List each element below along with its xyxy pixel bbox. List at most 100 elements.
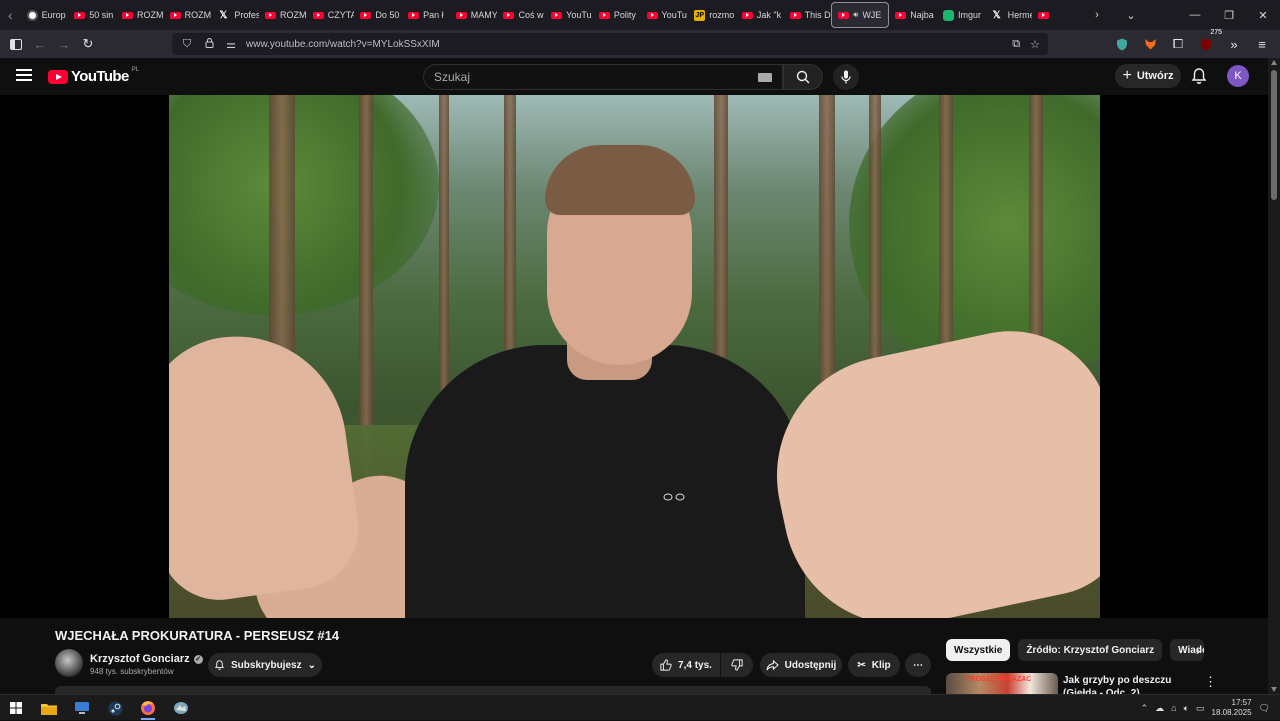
network-icon[interactable]: ⌂ bbox=[1171, 703, 1176, 713]
channel-name-row[interactable]: Krzysztof Gonciarz ✓ bbox=[90, 653, 203, 665]
tab-label: Jak "k bbox=[756, 10, 782, 20]
browser-tab[interactable]: YouTu bbox=[545, 2, 593, 28]
recommendation-menu-icon[interactable]: ⋮ bbox=[1204, 674, 1217, 690]
chip-from-channel[interactable]: Źródło: Krzysztof Gonciarz bbox=[1018, 639, 1163, 661]
browser-tab[interactable]: ROZM bbox=[116, 2, 164, 28]
ublock-extension-icon[interactable]: 275 bbox=[1194, 29, 1223, 56]
notifications-icon[interactable]: 🗨︎ bbox=[1259, 703, 1270, 714]
recommendation-chips: Wszystkie Źródło: Krzysztof Gonciarz Wia… bbox=[946, 639, 1205, 661]
shield-extension-icon[interactable] bbox=[1110, 32, 1134, 56]
extensions-puzzle-icon[interactable]: ⧠ bbox=[1166, 32, 1190, 56]
browser-tab[interactable]: 🔊︎WJE✕ bbox=[831, 2, 890, 28]
voice-search-button[interactable] bbox=[833, 64, 859, 90]
clock[interactable]: 17:57 18.08.2025 bbox=[1212, 698, 1252, 718]
tab-list-dropdown-button[interactable]: ⌄ bbox=[1114, 0, 1148, 30]
globe-icon bbox=[26, 9, 38, 21]
like-button[interactable]: 7,4 tys. bbox=[652, 653, 720, 677]
search-input[interactable]: Szukaj bbox=[423, 64, 783, 90]
minimize-button[interactable]: — bbox=[1178, 0, 1212, 30]
browser-tab[interactable]: Europ bbox=[21, 2, 69, 28]
shirt-eyes-logo bbox=[663, 493, 685, 501]
create-button[interactable]: + Utwórz bbox=[1115, 64, 1181, 88]
browser-tab[interactable]: YouTu bbox=[641, 2, 689, 28]
close-window-button[interactable]: ✕ bbox=[1246, 0, 1280, 30]
tabs-scroll-right-button[interactable]: › bbox=[1080, 0, 1114, 30]
overflow-chevron-icon[interactable]: » bbox=[1222, 32, 1246, 56]
lock-icon[interactable] bbox=[202, 37, 216, 51]
browser-tab[interactable]: 𝕏 Profes bbox=[211, 2, 259, 28]
youtube-logo[interactable]: YouTube PL bbox=[48, 67, 139, 85]
browser-tab[interactable] bbox=[1032, 2, 1080, 28]
subscribed-button[interactable]: Subskrybujesz ⌄ bbox=[208, 653, 322, 677]
channel-name[interactable]: Krzysztof Gonciarz bbox=[90, 653, 190, 665]
youtube-icon bbox=[838, 11, 850, 19]
onedrive-cloud-icon[interactable]: ☁ bbox=[1155, 703, 1164, 714]
permissions-icon[interactable]: ⚌ bbox=[224, 38, 238, 51]
channel-avatar[interactable] bbox=[55, 649, 83, 677]
keyboard-icon[interactable] bbox=[758, 72, 772, 82]
firefox-icon[interactable] bbox=[137, 698, 159, 720]
browser-tab[interactable]: MAMY bbox=[450, 2, 497, 28]
person-left-hand bbox=[169, 322, 367, 608]
chip-all[interactable]: Wszystkie bbox=[946, 639, 1011, 661]
display-icon[interactable]: ▭ bbox=[1196, 703, 1205, 714]
restore-button[interactable]: ❐ bbox=[1212, 0, 1246, 30]
notifications-bell-icon[interactable] bbox=[1190, 67, 1208, 85]
search-button[interactable] bbox=[783, 64, 823, 90]
chips-next-chevron-icon[interactable]: › bbox=[1190, 642, 1206, 658]
scroll-up-arrow-icon[interactable] bbox=[1271, 60, 1277, 65]
tab-label: ROZM bbox=[136, 10, 164, 20]
fox-extension-icon[interactable] bbox=[1138, 32, 1162, 56]
browser-tab[interactable]: Pan ł bbox=[402, 2, 450, 28]
account-avatar[interactable]: K bbox=[1227, 65, 1249, 87]
scrollbar-thumb[interactable] bbox=[1271, 70, 1277, 200]
logo-text: YouTube bbox=[71, 68, 129, 85]
address-bar[interactable]: ⛉ ⚌ www.youtube.com/watch?v=MYLokSSxXIM … bbox=[172, 33, 1048, 55]
browser-tab[interactable]: CZYTA bbox=[307, 2, 354, 28]
tabs-scroll-left-button[interactable]: ‹ bbox=[0, 0, 21, 30]
browser-tab[interactable]: 𝕏 Herme bbox=[985, 2, 1033, 28]
app-menu-icon[interactable]: ≡ bbox=[1250, 32, 1274, 56]
tab-audio-speaker-icon[interactable]: 🔊︎ bbox=[853, 10, 858, 20]
person-right-hand bbox=[754, 312, 1100, 618]
picture-in-picture-icon[interactable]: ⧉ bbox=[1012, 38, 1020, 51]
show-hidden-icons-chevron-icon[interactable]: ⌃ bbox=[1141, 703, 1149, 714]
browser-tab[interactable]: Jak "k bbox=[736, 2, 784, 28]
page-scrollbar[interactable] bbox=[1268, 58, 1280, 694]
scroll-down-arrow-icon[interactable] bbox=[1271, 687, 1277, 692]
url-text[interactable]: www.youtube.com/watch?v=MYLokSSxXIM bbox=[246, 39, 440, 50]
bookmark-star-icon[interactable]: ☆ bbox=[1030, 38, 1040, 51]
video-player[interactable] bbox=[0, 95, 1268, 618]
clip-button[interactable]: ✂ Klip bbox=[848, 653, 900, 677]
back-button[interactable]: ← bbox=[28, 32, 52, 56]
thumbnail-text: PROSZĘ POKAZAĆ bbox=[966, 676, 1032, 683]
windows-start-icon[interactable] bbox=[5, 698, 27, 718]
sidebar-toggle-icon[interactable] bbox=[4, 32, 28, 56]
app-icon[interactable] bbox=[170, 698, 192, 718]
reload-button[interactable]: ↻ bbox=[76, 32, 100, 56]
more-actions-button[interactable]: ⋯ bbox=[905, 653, 931, 677]
browser-tab[interactable]: Polity bbox=[593, 2, 641, 28]
steam-icon[interactable] bbox=[104, 698, 126, 718]
browser-tab[interactable]: This D bbox=[784, 2, 832, 28]
share-button[interactable]: Udostępnij bbox=[760, 653, 842, 677]
browser-tab[interactable]: Imgur bbox=[937, 2, 985, 28]
dislike-button[interactable] bbox=[721, 653, 753, 677]
browser-tab[interactable]: JP rozmo bbox=[688, 2, 736, 28]
forward-button[interactable]: → bbox=[52, 32, 76, 56]
browser-tab[interactable]: Do 50 bbox=[354, 2, 402, 28]
recommendation-thumbnail[interactable]: PROSZĘ POKAZAĆ bbox=[946, 673, 1058, 694]
tracking-protection-icon[interactable]: ⛉ bbox=[180, 38, 194, 51]
remote-desktop-icon[interactable] bbox=[71, 698, 93, 718]
browser-tab[interactable]: Coś w bbox=[497, 2, 545, 28]
file-explorer-icon[interactable] bbox=[38, 698, 60, 718]
description-box[interactable] bbox=[55, 686, 931, 694]
guide-menu-icon[interactable] bbox=[16, 69, 32, 81]
browser-tab[interactable]: ROZM bbox=[259, 2, 307, 28]
search-icon bbox=[796, 70, 810, 84]
volume-icon[interactable]: 🔈︎ bbox=[1184, 703, 1189, 714]
browser-tab[interactable]: ROZM bbox=[164, 2, 212, 28]
browser-tab[interactable]: 50 sin bbox=[68, 2, 116, 28]
video-frame[interactable] bbox=[169, 95, 1100, 618]
browser-tab[interactable]: Najba bbox=[889, 2, 937, 28]
